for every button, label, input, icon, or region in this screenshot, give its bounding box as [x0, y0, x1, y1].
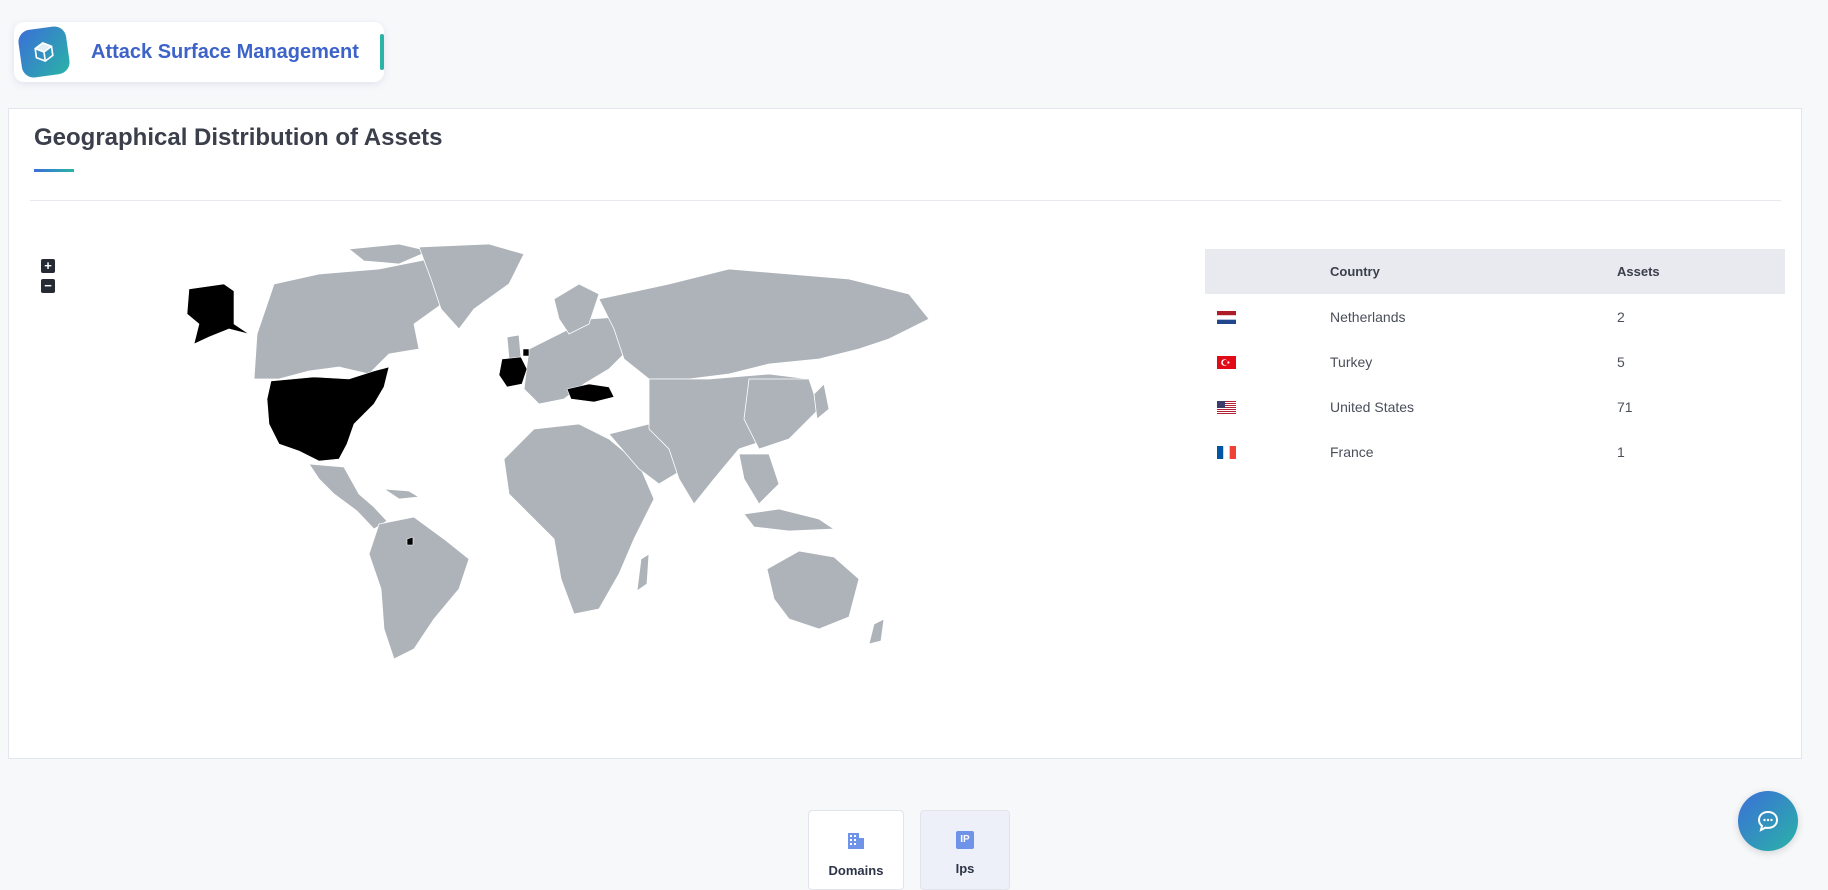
brand-accent-bar: [380, 34, 384, 70]
zoom-in-button[interactable]: +: [41, 259, 55, 273]
country-name: Netherlands: [1330, 308, 1406, 325]
map-country-alaska: [186, 283, 250, 345]
title-underline: [34, 169, 74, 172]
tab-label: Ips: [955, 861, 975, 876]
asset-type-tabs: Domains IP Ips: [808, 810, 1010, 890]
card-divider: [30, 200, 1781, 201]
header-country[interactable]: Country: [1330, 264, 1617, 279]
country-name: United States: [1330, 398, 1415, 415]
asset-count: 71: [1617, 398, 1633, 415]
table-row[interactable]: United States 71: [1205, 384, 1785, 429]
ip-icon: IP: [956, 831, 974, 849]
country-name: France: [1330, 443, 1374, 460]
asset-count: 2: [1617, 308, 1625, 325]
table-row[interactable]: France 1: [1205, 429, 1785, 474]
united-states-flag-icon: [1217, 401, 1236, 415]
turkey-flag-icon: [1217, 356, 1236, 370]
map-region-new-zealand: [868, 618, 885, 645]
map-region-southeast-asia: [738, 453, 780, 505]
country-assets-table: Country Assets Netherlands 2 Turkey 5 Un…: [1205, 249, 1785, 474]
map-region-greenland: [418, 243, 525, 330]
france-flag-icon: [1217, 446, 1236, 460]
asset-count: 5: [1617, 353, 1625, 370]
map-region-south-america: [368, 516, 470, 659]
tab-label: Domains: [828, 863, 884, 878]
map-region-russia: [598, 268, 930, 380]
tab-domains[interactable]: Domains: [808, 810, 904, 890]
country-name: Turkey: [1330, 353, 1373, 370]
table-header: Country Assets: [1205, 249, 1785, 294]
chat-bubble-icon: [1757, 810, 1779, 832]
asset-count: 1: [1617, 443, 1625, 460]
table-row[interactable]: Netherlands 2: [1205, 294, 1785, 339]
map-country-united-states: [266, 366, 390, 462]
brand-header: Attack Surface Management: [14, 22, 384, 82]
map-region-japan: [813, 383, 830, 420]
chat-support-button[interactable]: [1738, 791, 1798, 851]
card-title: Geographical Distribution of Assets: [34, 124, 443, 151]
map-region-australia: [766, 550, 860, 630]
cube-logo-icon: [16, 24, 72, 80]
map-region-uk: [506, 334, 522, 360]
brand-title: Attack Surface Management: [91, 40, 359, 63]
building-icon: [848, 833, 864, 849]
world-map[interactable]: [169, 239, 1039, 659]
map-region-mexico: [308, 463, 388, 530]
zoom-out-button[interactable]: −: [41, 279, 55, 293]
map-region-madagascar: [636, 553, 650, 592]
geo-distribution-card: Geographical Distribution of Assets + −: [8, 108, 1802, 759]
map-country-netherlands: [522, 348, 530, 357]
header-assets[interactable]: Assets: [1617, 264, 1785, 279]
map-region-china: [743, 378, 820, 450]
map-country-france: [498, 356, 528, 388]
netherlands-flag-icon: [1217, 311, 1236, 325]
table-row[interactable]: Turkey 5: [1205, 339, 1785, 384]
map-region-indonesia: [743, 508, 836, 532]
map-region-caribbean: [382, 488, 421, 500]
tab-ips[interactable]: IP Ips: [920, 810, 1010, 890]
